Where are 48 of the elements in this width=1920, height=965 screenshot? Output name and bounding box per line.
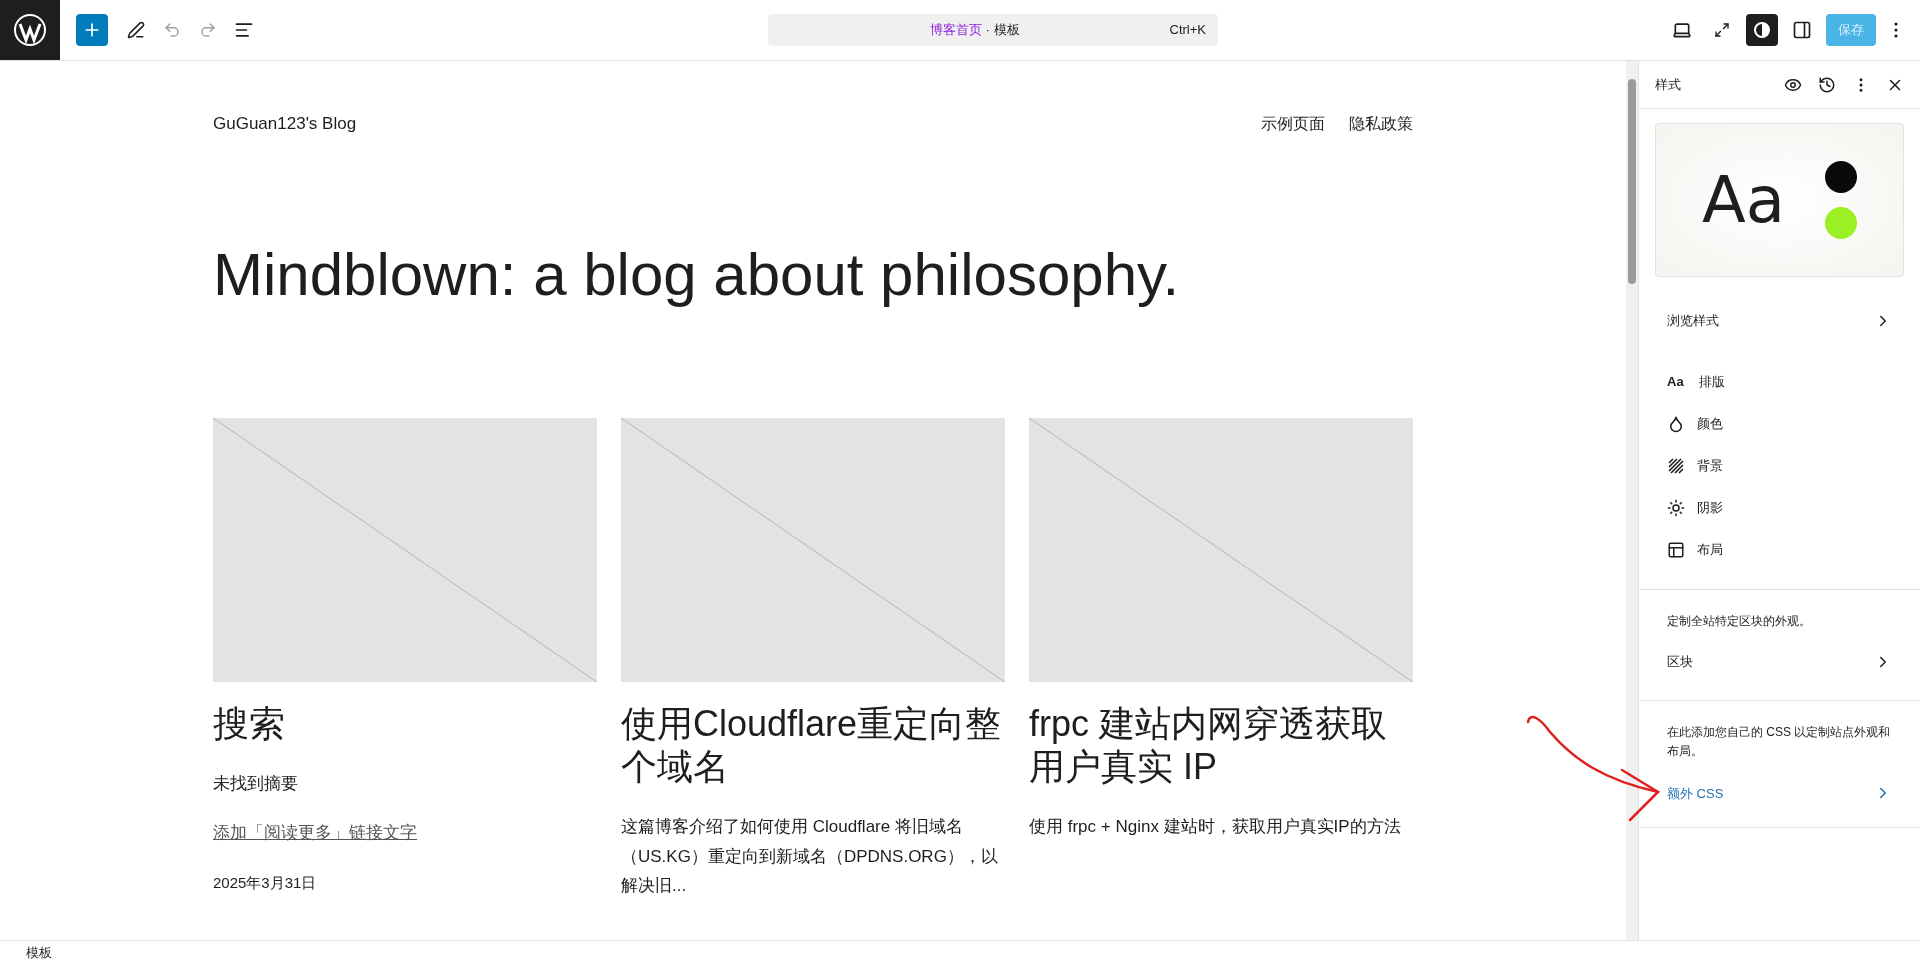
- blocks-description: 定制全站特定区块的外观。: [1667, 613, 1812, 630]
- page-heading: Mindblown: a blog about philosophy.: [213, 239, 1181, 310]
- sidebar-icon: [1792, 20, 1812, 40]
- add-block-button[interactable]: [76, 14, 108, 46]
- site-title: GuGuan123's Blog: [213, 113, 357, 135]
- post-excerpt: 未找到摘要: [213, 772, 299, 795]
- panel-title: 样式: [1655, 75, 1682, 94]
- hatched-icon: [1667, 457, 1685, 475]
- history-icon[interactable]: [1818, 75, 1836, 94]
- sun-icon: [1667, 499, 1685, 517]
- style-menu-item[interactable]: 阴影: [1651, 487, 1908, 529]
- style-menu-item[interactable]: 背景: [1651, 445, 1908, 487]
- document-title: 博客首页 · 模板: [929, 22, 1020, 38]
- command-bar[interactable]: 博客首页 · 模板 Ctrl+K: [768, 14, 1218, 46]
- post-title[interactable]: frpc 建站内网穿透获取用户真实 IP: [1029, 701, 1413, 788]
- post-title[interactable]: 搜索: [213, 701, 597, 745]
- style-menu-item[interactable]: Aa 排版: [1651, 361, 1908, 403]
- styles-button[interactable]: [1746, 14, 1778, 46]
- style-menu-item[interactable]: 颜色: [1651, 403, 1908, 445]
- wordpress-logo[interactable]: [0, 0, 60, 60]
- undo-icon: [163, 21, 181, 39]
- browse-styles-item[interactable]: 浏览样式: [1651, 301, 1908, 341]
- post-excerpt: 这篇博客介绍了如何使用 Cloudflare 将旧域名（US.KG）重定向到新域名（DPDNS.ORG），以解决旧...: [621, 815, 999, 898]
- laptop-icon: [1672, 20, 1692, 40]
- post-date: 2025年3月31日: [213, 872, 318, 893]
- scrollbar[interactable]: [1626, 61, 1638, 940]
- blocks-item[interactable]: 区块: [1651, 642, 1908, 682]
- nav-link[interactable]: 示例页面: [1261, 111, 1325, 136]
- list-view-icon: [234, 20, 254, 40]
- style-menu-item[interactable]: 布局: [1651, 529, 1908, 571]
- fullscreen-icon: [1714, 22, 1730, 38]
- typography-icon: Aa: [1667, 372, 1687, 392]
- breadcrumb[interactable]: 模板: [26, 943, 52, 963]
- style-preview-card[interactable]: Aa: [1655, 123, 1904, 277]
- layout-icon: [1667, 541, 1685, 559]
- post-excerpt: 使用 frpc + Nginx 建站时，获取用户真实IP的方法: [1029, 815, 1402, 838]
- redo-icon: [199, 21, 217, 39]
- nav-link[interactable]: 隐私政策: [1349, 111, 1413, 136]
- post-title[interactable]: 使用Cloudflare重定向整个域名: [621, 701, 1005, 788]
- droplet-icon: [1667, 415, 1685, 433]
- additional-css-item[interactable]: 额外 CSS: [1651, 773, 1908, 814]
- shortcut-hint: Ctrl+K: [1169, 21, 1206, 40]
- half-circle-icon: [1753, 21, 1771, 39]
- read-more-link[interactable]: 添加「阅读更多」链接文字: [213, 820, 597, 846]
- preview-sample: Aa: [1702, 162, 1785, 239]
- more-icon: [1894, 22, 1898, 38]
- pen-icon: [127, 21, 145, 39]
- css-description: 在此添加您自己的 CSS 以定制站点外观和布局。: [1667, 724, 1892, 761]
